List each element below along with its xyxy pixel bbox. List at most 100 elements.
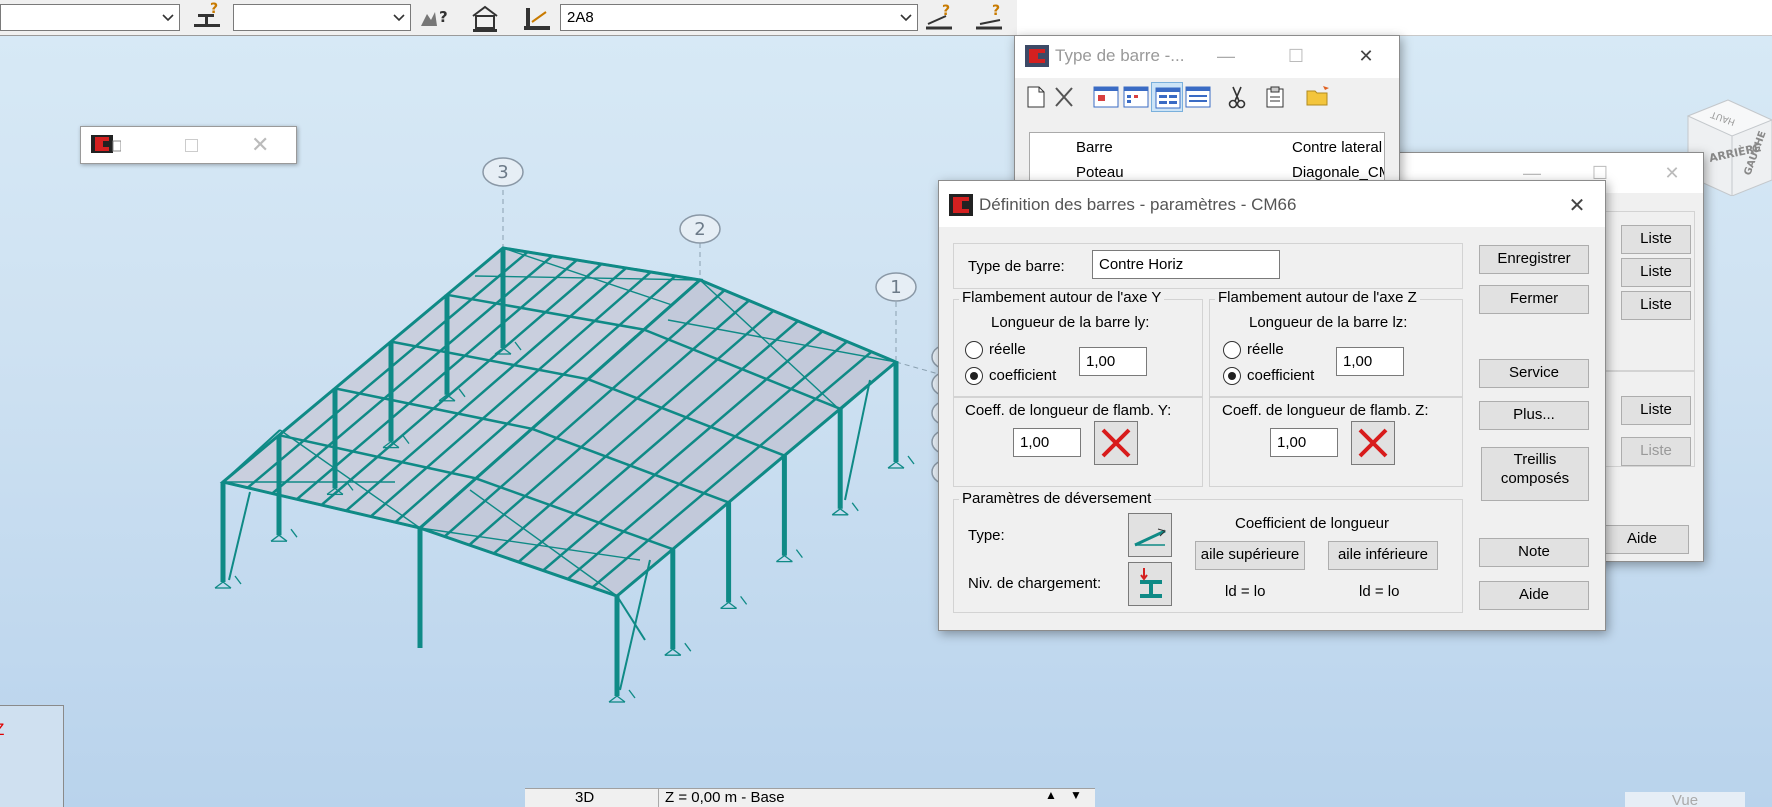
i-beam-load-icon <box>1140 568 1162 598</box>
axis-label-2: 2 <box>694 219 705 240</box>
level-down-icon[interactable]: ▼ <box>1070 788 1082 802</box>
view-list-icon <box>1155 87 1181 109</box>
treillis-label-line2: composés <box>1500 470 1570 487</box>
deversement-type-label: Type: <box>968 527 1005 544</box>
status-mode[interactable]: 3D <box>575 789 594 807</box>
close-button[interactable]: Fermer <box>1479 285 1589 314</box>
support-base <box>784 555 793 563</box>
support-base <box>776 555 785 563</box>
bar-help-icon[interactable]: ? <box>922 2 958 34</box>
flamb-y-coef-label[interactable]: coefficient <box>989 367 1056 384</box>
upper-flange-button[interactable]: aile supérieure <box>1195 541 1305 570</box>
combo-2[interactable] <box>233 4 411 31</box>
view-tab-label: Vue <box>1671 792 1699 807</box>
list-item-value-2[interactable]: Diagonale_CM <box>1292 164 1384 181</box>
bar-type-combo[interactable]: 2A8 <box>560 4 918 31</box>
open-folder-icon[interactable] <box>1305 84 1331 108</box>
list-button-4[interactable]: Liste <box>1621 396 1691 425</box>
flamb-y-radio-coef[interactable] <box>965 367 983 385</box>
small-floating-window[interactable]: ✕ <box>80 126 297 164</box>
view-large-icon[interactable] <box>1093 86 1119 108</box>
support-base <box>672 648 682 656</box>
flamb-y-toggle-button[interactable] <box>1094 421 1138 465</box>
help-button[interactable]: Aide <box>1479 581 1589 610</box>
paste-icon[interactable] <box>1265 85 1287 109</box>
view-list-button[interactable] <box>1151 82 1183 112</box>
view-details-icon[interactable] <box>1185 86 1211 108</box>
axis-bubble-2: 2 <box>679 214 721 244</box>
flamb-z-coef-flamb-input[interactable]: 1,00 <box>1270 428 1338 457</box>
upper-formula: ld = lo <box>1225 583 1266 600</box>
close-icon[interactable]: ✕ <box>1657 160 1687 186</box>
flamb-y-radio-real[interactable] <box>965 341 983 359</box>
list-button-2[interactable]: Liste <box>1621 258 1691 287</box>
list-item-value-1[interactable]: Contre lateral <box>1292 139 1382 156</box>
support-base <box>887 461 897 469</box>
flamb-z-radio-coef[interactable] <box>1223 367 1241 385</box>
minimize-icon[interactable]: — <box>1211 43 1241 69</box>
flamb-z-coef-flamb-label: Coeff. de longueur de flamb. Z: <box>1222 402 1429 419</box>
flamb-z-real-label[interactable]: réelle <box>1247 341 1284 358</box>
bar-definition-dialog[interactable]: Définition des barres - paramètres - CM6… <box>938 180 1606 631</box>
support-base <box>278 534 288 542</box>
svg-text:?: ? <box>992 3 1000 19</box>
cut-icon[interactable] <box>1227 85 1247 109</box>
save-button[interactable]: Enregistrer <box>1479 245 1589 274</box>
type-input[interactable]: Contre Horiz <box>1092 250 1280 279</box>
new-icon[interactable] <box>1025 85 1047 109</box>
delete-icon[interactable] <box>1053 85 1075 109</box>
bar-help2-icon[interactable]: ? <box>972 2 1008 34</box>
svg-text:?: ? <box>210 2 218 17</box>
treillis-button[interactable]: Treillis composés <box>1481 447 1589 501</box>
flamb-y-real-label[interactable]: réelle <box>989 341 1026 358</box>
chevron-down-icon <box>393 14 405 22</box>
lower-flange-button[interactable]: aile inférieure <box>1328 541 1438 570</box>
flamb-y-coef-flamb-input[interactable]: 1,00 <box>1013 428 1081 457</box>
frame-icon[interactable] <box>467 2 503 34</box>
list-button-1[interactable]: Liste <box>1621 225 1691 254</box>
status-level[interactable]: Z = 0,00 m - Base <box>658 789 785 807</box>
support-base <box>720 601 729 609</box>
close-icon[interactable]: ✕ <box>1562 193 1592 219</box>
maximize-icon[interactable]: ☐ <box>1281 43 1311 69</box>
list-item-name-2[interactable]: Poteau <box>1076 164 1124 181</box>
flamb-z-radio-real[interactable] <box>1223 341 1241 359</box>
type-label: Type de barre: <box>968 258 1065 275</box>
back-help-button[interactable]: Aide <box>1595 525 1689 554</box>
support-base <box>628 689 636 699</box>
view-small-icon[interactable] <box>1123 86 1149 108</box>
flamb-y-coef-input[interactable]: 1,00 <box>1079 347 1147 376</box>
flamb-y-title: Flambement autour de l'axe Y <box>959 289 1165 306</box>
close-icon[interactable]: ✕ <box>1351 43 1381 69</box>
support-base <box>616 695 626 703</box>
support-base <box>270 534 280 542</box>
bar-type-icon[interactable] <box>520 2 556 34</box>
section-help-icon[interactable]: ? <box>190 2 226 34</box>
flamb-y-coef-flamb-label: Coeff. de longueur de flamb. Y: <box>965 402 1172 419</box>
service-button[interactable]: Service <box>1479 359 1589 388</box>
deversement-load-button[interactable] <box>1128 562 1172 606</box>
flamb-z-title: Flambement autour de l'axe Z <box>1215 289 1420 306</box>
view-tab[interactable]: Vue <box>1625 792 1745 807</box>
support-base <box>728 601 737 609</box>
deversement-type-button[interactable] <box>1128 513 1172 557</box>
dialog-titlebar: Définition des barres - paramètres - CM6… <box>939 181 1605 227</box>
flamb-z-coef-label[interactable]: coefficient <box>1247 367 1314 384</box>
support-base <box>222 581 232 589</box>
support-base <box>740 596 748 605</box>
more-button[interactable]: Plus... <box>1479 401 1589 430</box>
flamb-z-toggle-button[interactable] <box>1351 421 1395 465</box>
coef-length-title: Coefficient de longueur <box>1235 515 1389 532</box>
combo-1[interactable] <box>0 4 180 31</box>
close-icon[interactable]: ✕ <box>251 132 269 158</box>
level-up-icon[interactable]: ▲ <box>1045 788 1057 802</box>
deversement-load-label: Niv. de chargement: <box>968 575 1102 592</box>
list-button-5[interactable]: Liste <box>1621 437 1691 466</box>
note-button[interactable]: Note <box>1479 538 1589 567</box>
dialog-title: Définition des barres - paramètres - CM6… <box>979 195 1297 214</box>
list-item-name-1[interactable]: Barre <box>1076 139 1113 156</box>
material-help-icon[interactable]: ? <box>417 2 453 34</box>
list-button-3[interactable]: Liste <box>1621 291 1691 320</box>
flamb-z-coef-input[interactable]: 1,00 <box>1336 347 1404 376</box>
bar-type-titlebar: Type de barre -... — ☐ ✕ <box>1015 36 1399 78</box>
